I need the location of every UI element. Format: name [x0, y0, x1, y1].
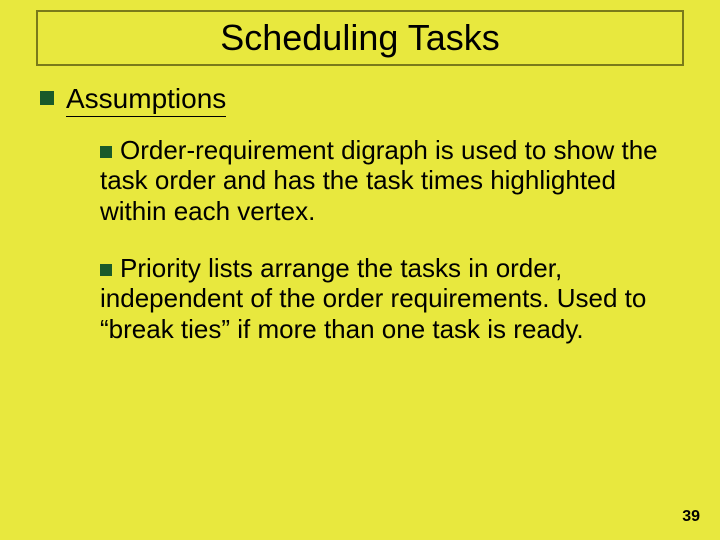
title-box: Scheduling Tasks — [36, 10, 684, 66]
page-number: 39 — [682, 508, 700, 526]
bullet-text: Order-requirement digraph is used to sho… — [100, 135, 658, 226]
square-bullet-icon — [100, 146, 112, 158]
list-item: Order-requirement digraph is used to sho… — [100, 135, 680, 227]
square-bullet-icon — [40, 91, 54, 105]
list-item: Priority lists arrange the tasks in orde… — [100, 253, 680, 345]
slide: Scheduling Tasks Assumptions Order-requi… — [0, 0, 720, 540]
heading-text: Assumptions — [66, 82, 226, 117]
bullet-text: Priority lists arrange the tasks in orde… — [100, 253, 646, 344]
slide-title: Scheduling Tasks — [220, 20, 500, 56]
slide-body: Assumptions Order-requirement digraph is… — [40, 82, 680, 371]
square-bullet-icon — [100, 264, 112, 276]
heading-row: Assumptions — [40, 82, 680, 117]
sub-bullets: Order-requirement digraph is used to sho… — [100, 135, 680, 345]
